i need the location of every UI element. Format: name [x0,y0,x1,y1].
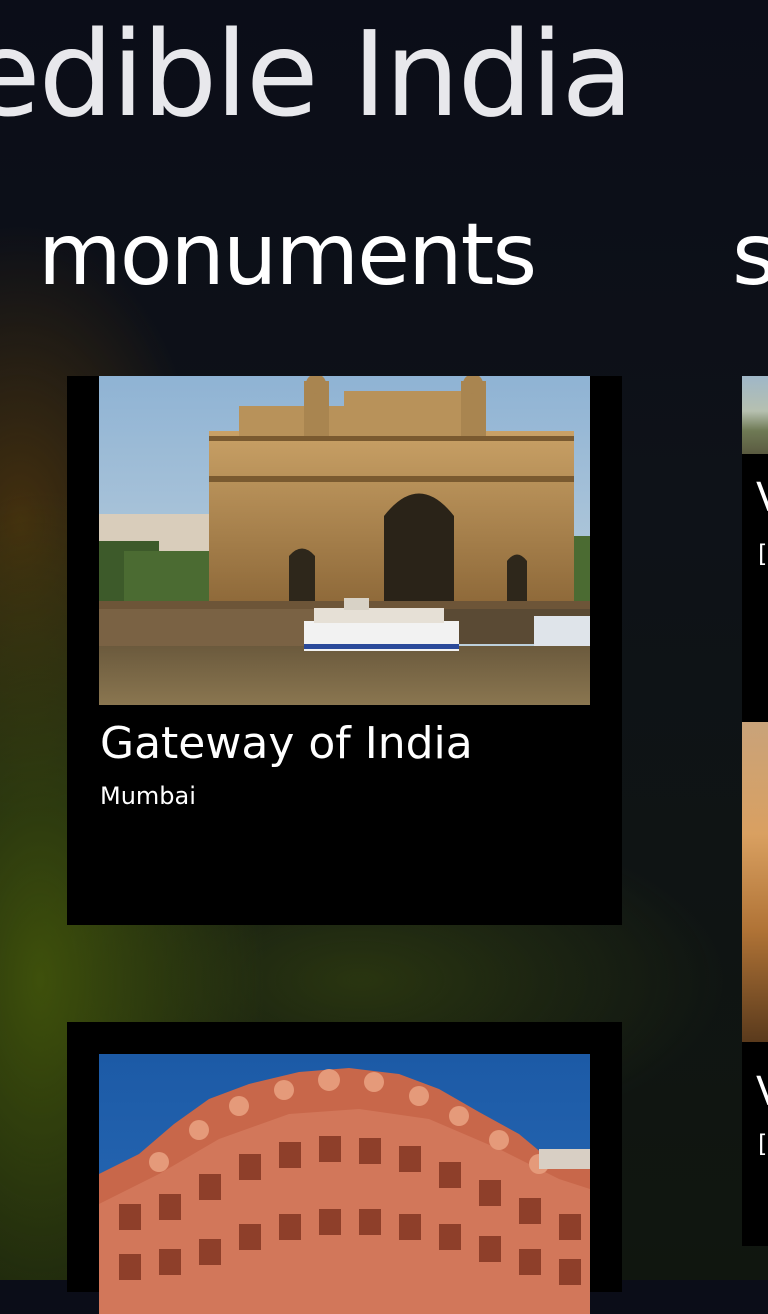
next-section-card-2[interactable]: V [ [742,722,768,1246]
next-section-subtitle-2: [ [758,1130,768,1158]
pivot-header: monuments s [0,200,768,320]
next-section-subtitle-1: [ [758,540,768,568]
next-section-title-2: V [756,1068,768,1116]
next-section-photo-1 [742,376,768,454]
monument-card-gateway-of-india[interactable]: Gateway of India Mumbai [67,376,622,925]
gateway-of-india-photo [99,376,590,705]
pivot-item-next[interactable]: s [732,200,768,310]
next-section-title-1: V [756,474,768,522]
app-title: edible India [0,5,634,143]
next-section-photo-2 [742,722,768,1042]
monument-location: Mumbai [100,782,196,810]
monument-card-hawa-mahal[interactable] [67,1022,622,1314]
pivot-item-monuments[interactable]: monuments [38,200,537,310]
monument-title: Gateway of India [100,718,473,769]
hawa-mahal-photo [99,1054,590,1314]
